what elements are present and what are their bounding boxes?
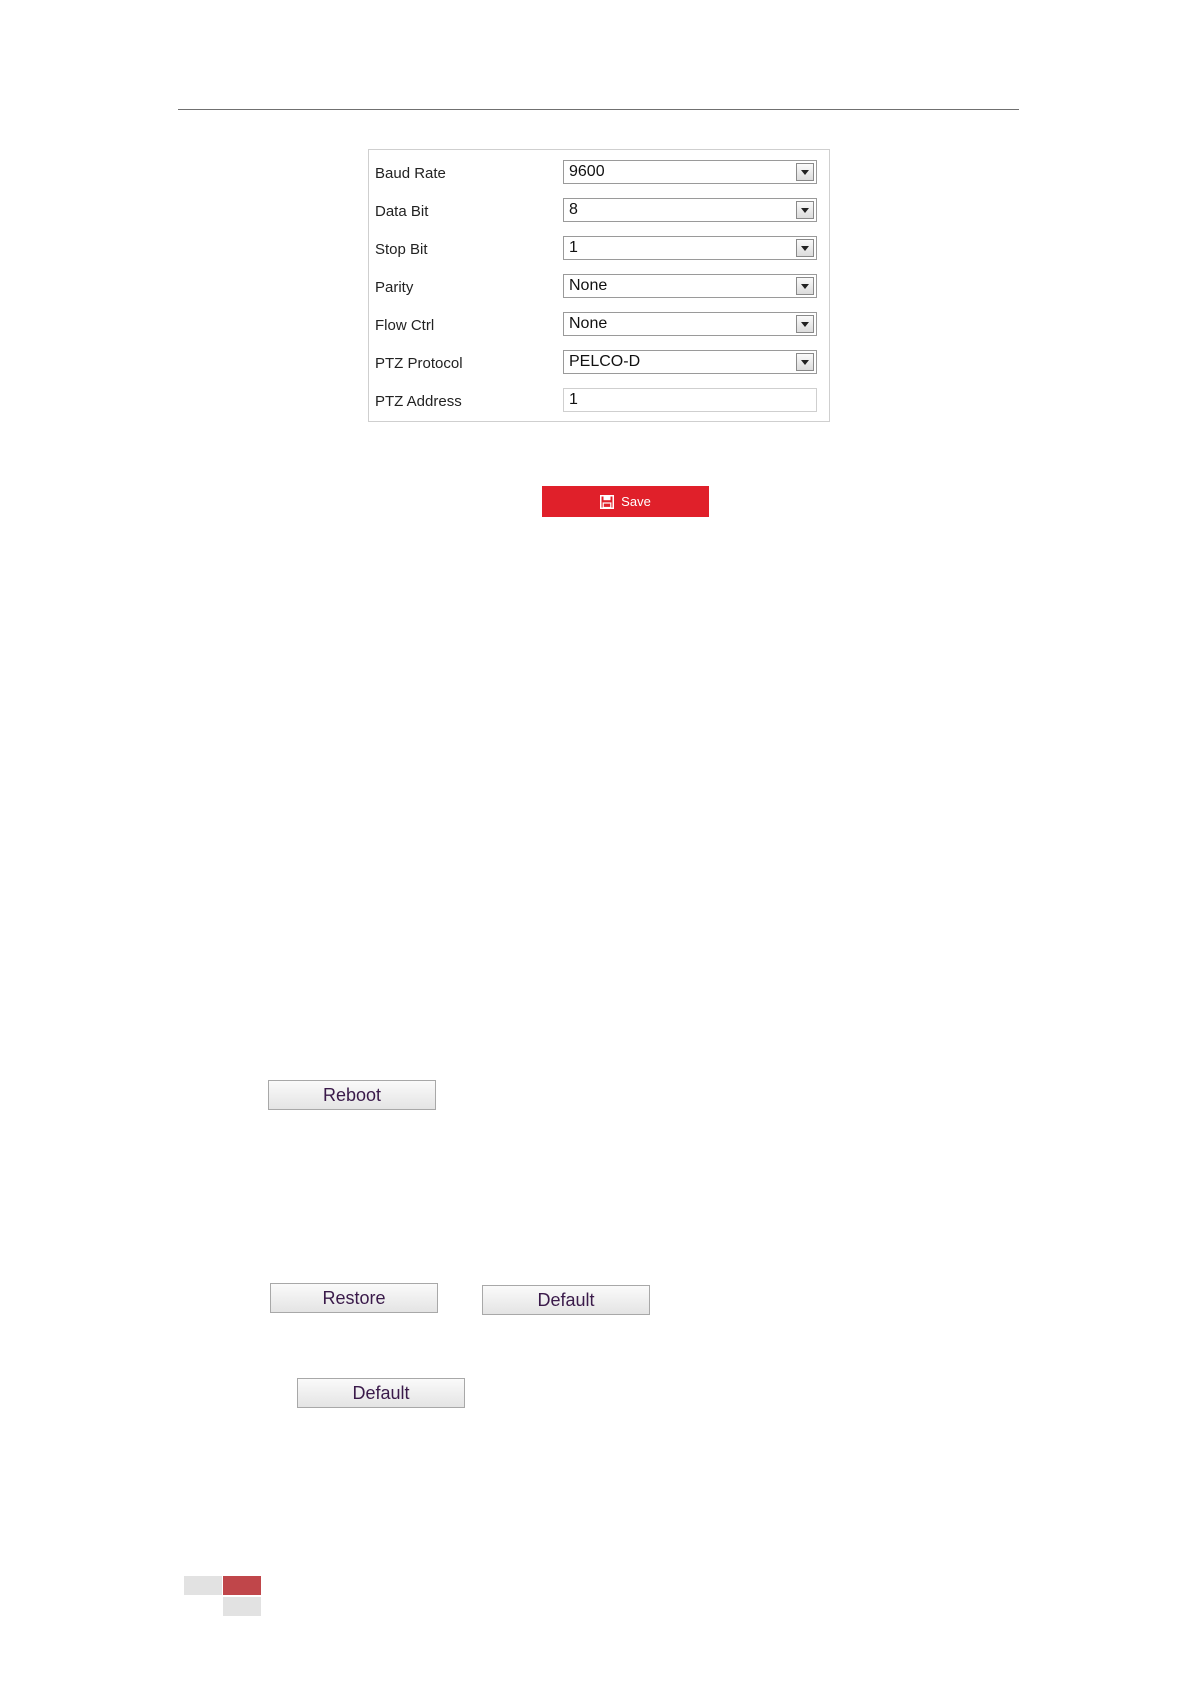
row-data-bit: Data Bit 8	[369, 198, 829, 224]
chevron-down-icon[interactable]	[796, 201, 814, 219]
data-bit-select[interactable]: 8	[563, 198, 817, 222]
reboot-button-label: Reboot	[322, 1084, 382, 1105]
save-button-label: Save	[621, 494, 651, 509]
footer-block-accent	[223, 1576, 261, 1595]
flow-ctrl-select[interactable]: None	[563, 312, 817, 336]
ptz-address-label: PTZ Address	[375, 393, 462, 410]
restore-button[interactable]: Restore	[270, 1283, 438, 1313]
parity-select[interactable]: None	[563, 274, 817, 298]
row-baud-rate: Baud Rate 9600	[369, 160, 829, 186]
ptz-protocol-select[interactable]: PELCO-D	[563, 350, 817, 374]
default-button-label: Default	[537, 1289, 595, 1310]
ptz-protocol-value: PELCO-D	[569, 353, 641, 370]
chevron-down-icon[interactable]	[796, 163, 814, 181]
footer-block-gray-left	[184, 1576, 222, 1595]
ptz-address-value: 1	[569, 391, 578, 408]
row-parity: Parity None	[369, 274, 829, 300]
stop-bit-label: Stop Bit	[375, 241, 428, 258]
row-ptz-protocol: PTZ Protocol PELCO-D	[369, 350, 829, 376]
baud-rate-select[interactable]: 9600	[563, 160, 817, 184]
ptz-protocol-label: PTZ Protocol	[375, 355, 463, 372]
baud-rate-label: Baud Rate	[375, 165, 446, 182]
footer-block-gray-bottom	[223, 1597, 261, 1616]
parity-label: Parity	[375, 279, 414, 296]
stop-bit-value: 1	[569, 239, 578, 256]
flow-ctrl-label: Flow Ctrl	[375, 317, 435, 334]
row-stop-bit: Stop Bit 1	[369, 236, 829, 262]
parity-value: None	[569, 277, 608, 294]
save-icon	[600, 494, 615, 509]
flow-ctrl-value: None	[569, 315, 608, 332]
baud-rate-value: 9600	[569, 163, 605, 180]
stop-bit-select[interactable]: 1	[563, 236, 817, 260]
chevron-down-icon[interactable]	[796, 353, 814, 371]
chevron-down-icon[interactable]	[796, 315, 814, 333]
row-flow-ctrl: Flow Ctrl None	[369, 312, 829, 338]
data-bit-value: 8	[569, 201, 578, 218]
restore-button-label: Restore	[322, 1287, 386, 1308]
serial-settings-panel: Baud Rate 9600 Data Bit 8 Stop Bit 1 Par…	[368, 149, 830, 422]
reboot-button[interactable]: Reboot	[268, 1080, 436, 1110]
chevron-down-icon[interactable]	[796, 277, 814, 295]
ptz-address-input[interactable]: 1	[563, 388, 817, 412]
default-button-standalone[interactable]: Default	[297, 1378, 465, 1408]
default-button-standalone-label: Default	[352, 1382, 410, 1403]
row-ptz-address: PTZ Address 1	[369, 388, 829, 414]
save-button[interactable]: Save	[542, 486, 709, 517]
header-rule	[178, 109, 1019, 110]
chevron-down-icon[interactable]	[796, 239, 814, 257]
default-button[interactable]: Default	[482, 1285, 650, 1315]
data-bit-label: Data Bit	[375, 203, 429, 220]
